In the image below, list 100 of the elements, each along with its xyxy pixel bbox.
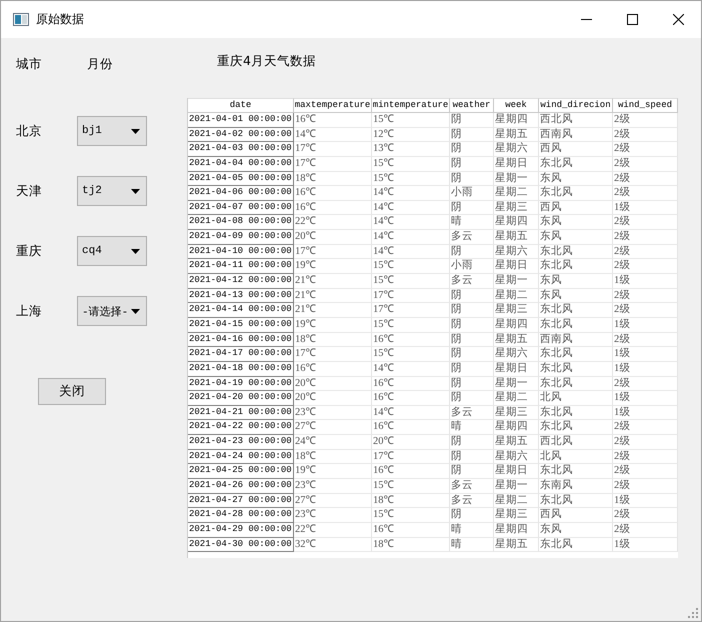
table-cell: 星期一 — [494, 376, 539, 392]
table-cell: 阴 — [450, 288, 494, 304]
table-cell: 东北风 — [539, 186, 613, 201]
table-cell: 多云 — [450, 230, 494, 245]
table-cell: 2级 — [613, 303, 678, 318]
table-cell: 22℃ — [294, 522, 372, 538]
table-cell: 1级 — [613, 200, 678, 216]
table-cell: 17℃ — [372, 288, 450, 304]
app-icon — [13, 13, 29, 26]
table-cell: 西风 — [539, 508, 613, 523]
table-cell: 15℃ — [372, 156, 450, 172]
table-cell: 小雨 — [450, 259, 494, 274]
table-cell: 阴 — [450, 318, 494, 333]
table-cell: 1级 — [613, 391, 678, 406]
column-header[interactable]: wind_speed — [613, 98, 678, 113]
column-header[interactable]: date — [188, 98, 294, 113]
table-cell: 星期二 — [494, 288, 539, 304]
resize-grip-icon[interactable] — [688, 608, 698, 618]
city-label: 重庆 — [16, 242, 43, 260]
table-cell: 1级 — [613, 538, 678, 552]
table-cell: 16℃ — [372, 522, 450, 538]
table-cell: 2021-04-20 00:00:00 — [188, 391, 294, 406]
table-cell: 2021-04-28 00:00:00 — [188, 508, 294, 523]
month-dropdown[interactable]: bj1 — [77, 116, 147, 146]
table-cell: 2021-04-16 00:00:00 — [188, 332, 294, 348]
table-cell: 16℃ — [294, 186, 372, 201]
table-cell: 星期六 — [494, 244, 539, 260]
table-cell: 1级 — [613, 318, 678, 333]
table-cell: 2级 — [613, 435, 678, 450]
table-cell: 晴 — [450, 215, 494, 230]
table-cell: 20℃ — [294, 230, 372, 245]
table-cell: 15℃ — [372, 172, 450, 186]
table-cell: 17℃ — [372, 450, 450, 464]
month-dropdown[interactable]: tj2 — [77, 176, 147, 206]
table-cell: 星期三 — [494, 303, 539, 318]
table-cell: 2021-04-24 00:00:00 — [188, 450, 294, 464]
table-cell: 2021-04-15 00:00:00 — [188, 318, 294, 333]
column-header[interactable]: maxtemperature — [294, 98, 372, 113]
table-cell: 西北风 — [539, 435, 613, 450]
table-cell: 17℃ — [294, 244, 372, 260]
table-cell: 2021-04-18 00:00:00 — [188, 362, 294, 377]
column-header[interactable]: weather — [450, 98, 494, 113]
table-cell: 2021-04-21 00:00:00 — [188, 406, 294, 420]
table-cell: 东北风 — [539, 244, 613, 260]
table-cell: 20℃ — [294, 376, 372, 392]
table-cell: 东北风 — [539, 318, 613, 333]
column-header[interactable]: week — [494, 98, 539, 113]
table-cell: 2021-04-13 00:00:00 — [188, 288, 294, 304]
table-cell: 阴 — [450, 332, 494, 348]
close-dialog-button[interactable]: 关闭 — [38, 378, 106, 405]
table-cell: 2021-04-07 00:00:00 — [188, 200, 294, 216]
table-cell: 2021-04-02 00:00:00 — [188, 128, 294, 142]
table-cell: 14℃ — [372, 406, 450, 420]
table-cell: 18℃ — [294, 332, 372, 348]
dropdown-arrow-icon — [131, 188, 140, 194]
column-label: 月份 — [87, 56, 114, 72]
table-cell: 西南风 — [539, 128, 613, 142]
column-header[interactable]: wind_direcion — [539, 98, 613, 113]
table-cell: 西风 — [539, 142, 613, 157]
table-cell: 2级 — [613, 215, 678, 230]
month-dropdown[interactable]: cq4 — [77, 236, 147, 266]
table-cell: 17℃ — [372, 303, 450, 318]
table-cell: 晴 — [450, 522, 494, 538]
table-cell: 星期四 — [494, 522, 539, 538]
table-cell: 阴 — [450, 508, 494, 523]
table-cell: 2021-04-06 00:00:00 — [188, 186, 294, 201]
table-cell: 星期三 — [494, 200, 539, 216]
table-cell: 西南风 — [539, 332, 613, 348]
table-cell: 2级 — [613, 420, 678, 436]
table-cell: 东北风 — [539, 420, 613, 436]
table-cell: 15℃ — [372, 259, 450, 274]
table-cell: 2级 — [613, 508, 678, 523]
table-cell: 东北风 — [539, 406, 613, 420]
table-cell: 1级 — [613, 362, 678, 377]
table-cell: 1级 — [613, 347, 678, 362]
table-cell: 2021-04-01 00:00:00 — [188, 113, 294, 128]
maximize-icon — [626, 14, 638, 25]
table-cell: 阴 — [450, 450, 494, 464]
table-cell: 2021-04-14 00:00:00 — [188, 303, 294, 318]
table-cell: 19℃ — [294, 318, 372, 333]
column-header[interactable]: mintemperature — [372, 98, 450, 113]
table-cell: 13℃ — [372, 142, 450, 157]
table-cell: 23℃ — [294, 508, 372, 523]
table-cell: 星期一 — [494, 479, 539, 494]
table-cell: 2级 — [613, 142, 678, 157]
table-cell: 2级 — [613, 376, 678, 392]
table-cell: 星期四 — [494, 113, 539, 128]
table-cell: 14℃ — [372, 244, 450, 260]
table-cell: 2021-04-27 00:00:00 — [188, 494, 294, 508]
month-dropdown[interactable]: -请选择- — [77, 296, 147, 326]
table-cell: 14℃ — [372, 215, 450, 230]
column-label: 城市 — [16, 56, 43, 72]
table-cell: 小雨 — [450, 186, 494, 201]
table-cell: 2021-04-11 00:00:00 — [188, 259, 294, 274]
table-cell: 星期六 — [494, 142, 539, 157]
table-cell: 2级 — [613, 450, 678, 464]
table-cell: 阴 — [450, 156, 494, 172]
table-cell: 东北风 — [539, 347, 613, 362]
table-cell: 2级 — [613, 156, 678, 172]
table-cell: 2021-04-26 00:00:00 — [188, 479, 294, 494]
